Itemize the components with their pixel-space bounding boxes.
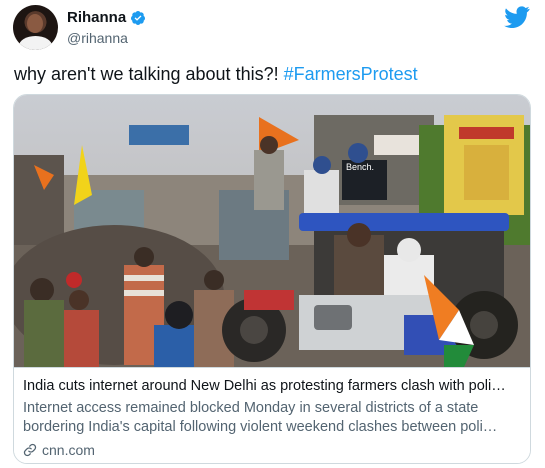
twitter-bird-icon xyxy=(504,6,530,28)
avatar-shoulders xyxy=(19,36,52,50)
sign-text: Bench. xyxy=(346,162,374,172)
card-image[interactable]: Bench. xyxy=(14,95,531,367)
card-description: Internet access remained blocked Monday … xyxy=(23,400,498,435)
author-display-name[interactable]: Rihanna xyxy=(67,9,126,26)
card-source-domain[interactable]: cnn.com xyxy=(42,442,95,458)
author-name-row[interactable]: Rihanna xyxy=(67,9,146,26)
avatar[interactable] xyxy=(13,5,58,50)
card-body[interactable]: India cuts internet around New Delhi as … xyxy=(14,367,530,463)
tweet[interactable]: Rihanna @rihanna why aren't we talking a… xyxy=(0,0,545,468)
tweet-text: why aren't we talking about this?! #Farm… xyxy=(14,64,418,85)
author-handle[interactable]: @rihanna xyxy=(67,30,128,46)
verified-badge-icon xyxy=(131,10,146,25)
card-source[interactable]: cnn.com xyxy=(23,442,95,458)
hashtag-link[interactable]: #FarmersProtest xyxy=(284,64,418,84)
link-icon xyxy=(23,443,37,457)
card-title[interactable]: India cuts internet around New Delhi as … xyxy=(23,378,521,394)
avatar-face xyxy=(27,14,43,33)
link-preview-card[interactable]: Bench. India cuts internet around New De… xyxy=(13,94,531,464)
tweet-text-body: why aren't we talking about this?! xyxy=(14,64,284,84)
